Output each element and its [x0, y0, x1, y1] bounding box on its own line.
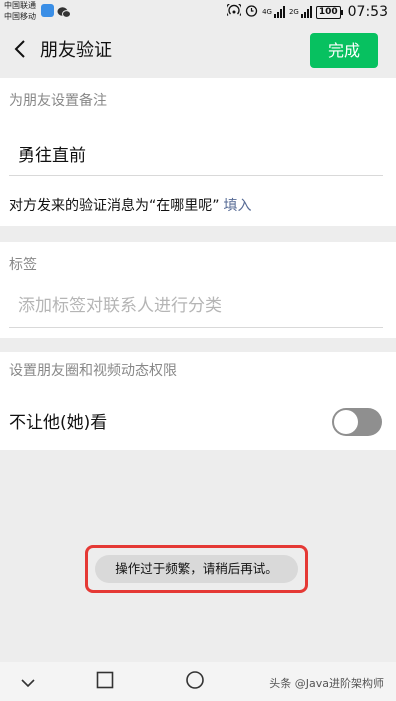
hotspot-icon [225, 1, 243, 22]
tags-label: 标签 [9, 257, 37, 273]
tags-input[interactable] [9, 284, 383, 328]
status-indicators: 4G 2G 100 07:53 [225, 1, 388, 22]
hide-moments-toggle[interactable] [332, 408, 382, 436]
moments-permission-section: 设置朋友圈和视频动态权限 不让他(她)看 [0, 352, 396, 450]
carrier-names: 中国联通 中国移动 [4, 0, 36, 22]
tags-section: 标签 [0, 242, 396, 338]
remark-label: 为朋友设置备注 [9, 93, 107, 109]
page-title: 朋友验证 [40, 40, 112, 61]
nav-bar: 朋友验证 完成 [0, 24, 396, 78]
circle-icon [185, 670, 205, 694]
system-circle-button[interactable] [183, 670, 207, 694]
carrier-1: 中国联通 [4, 1, 36, 10]
system-back-button[interactable] [16, 670, 40, 694]
notification-icons [41, 4, 71, 23]
back-arrow-icon [14, 39, 26, 63]
watermark: 头条 @Java进阶架构师 [269, 677, 384, 690]
clock: 07:53 [347, 4, 388, 20]
alarm-icon [245, 4, 258, 21]
verify-message-row: 对方发来的验证消息为“在哪里呢” 填入 [9, 196, 252, 216]
verify-message: 对方发来的验证消息为“在哪里呢” [9, 198, 220, 214]
battery-icon: 100 [315, 5, 343, 19]
back-button[interactable] [6, 36, 34, 66]
toast-highlight-box: 操作过于频繁，请稍后再试。 [85, 545, 308, 593]
4g-signal-icon [273, 6, 285, 18]
remark-section: 为朋友设置备注 对方发来的验证消息为“在哪里呢”填入 [0, 78, 396, 226]
system-home-button[interactable] [93, 670, 117, 694]
permission-label: 设置朋友圈和视频动态权限 [9, 363, 177, 379]
remark-input[interactable] [9, 132, 383, 176]
home-square-icon [96, 671, 114, 693]
system-nav-bar: 头条 @Java进阶架构师 [0, 662, 396, 701]
hide-moments-label: 不让他(她)看 [9, 413, 108, 433]
2g-label: 2G [288, 8, 299, 16]
carrier-2: 中国移动 [4, 12, 36, 21]
toggle-knob [334, 410, 358, 434]
wechat-icon [57, 4, 71, 23]
2g-signal-icon [300, 6, 312, 18]
fill-in-link[interactable]: 填入 [224, 198, 252, 214]
app-notification-icon [41, 4, 54, 17]
back-chevron-icon [20, 673, 36, 692]
done-button[interactable]: 完成 [310, 33, 378, 68]
status-bar: 中国联通 中国移动 4G 2G 100 07:53 [0, 0, 396, 24]
4g-label: 4G [262, 8, 272, 16]
toast-message: 操作过于频繁，请稍后再试。 [95, 555, 298, 583]
